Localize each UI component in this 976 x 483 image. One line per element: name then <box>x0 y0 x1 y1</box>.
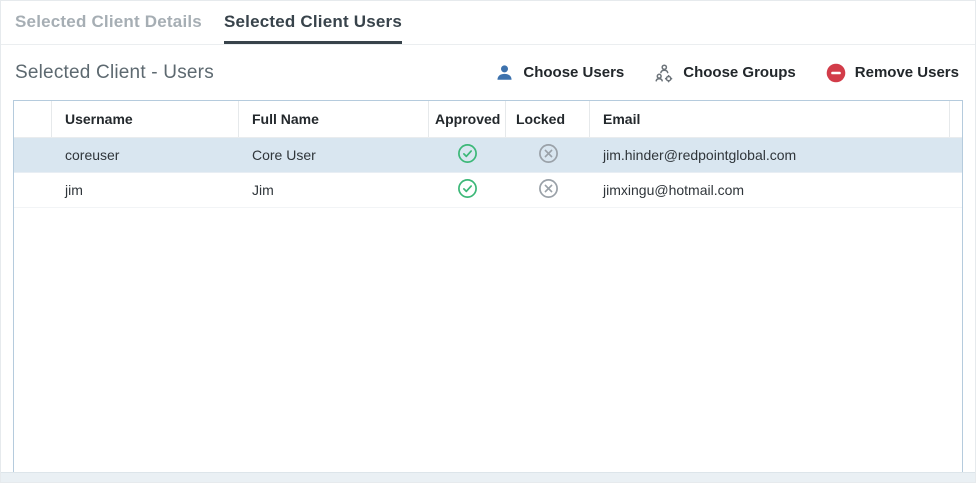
column-header-selector <box>14 101 52 137</box>
email-cell: jimxingu@hotmail.com <box>590 173 949 207</box>
table-row-coreuser[interactable]: coreuser Core User jim.hinde <box>14 138 962 173</box>
tab-bar: Selected Client Details Selected Client … <box>1 1 975 45</box>
full-name-cell: Jim <box>239 173 429 207</box>
users-table: Username Full Name Approved Locked Email… <box>13 100 963 474</box>
column-header-username[interactable]: Username <box>52 101 239 137</box>
tab-selected-client-users[interactable]: Selected Client Users <box>224 12 402 44</box>
column-header-email[interactable]: Email <box>590 101 950 137</box>
choose-users-button[interactable]: Choose Users <box>495 63 624 82</box>
action-toolbar: Choose Users Choose Groups <box>495 63 959 83</box>
user-icon <box>495 63 514 82</box>
column-header-approved[interactable]: Approved <box>429 101 506 137</box>
approved-cell <box>429 173 506 207</box>
remove-users-button[interactable]: Remove Users <box>826 63 959 83</box>
locked-cross-icon <box>538 143 559 167</box>
locked-cell <box>506 138 590 172</box>
row-gutter <box>949 173 962 207</box>
full-name-cell: Core User <box>239 138 429 172</box>
approved-check-icon <box>457 143 478 167</box>
bottom-strip <box>1 472 975 482</box>
approved-cell <box>429 138 506 172</box>
table-row-jim[interactable]: jim Jim jimxingu@hotmail.com <box>14 173 962 208</box>
row-selector-cell <box>14 173 52 207</box>
remove-circle-icon <box>826 63 846 83</box>
username-cell: coreuser <box>52 138 239 172</box>
column-header-gutter <box>950 101 962 137</box>
table-empty-area <box>14 208 962 473</box>
email-cell: jim.hinder@redpointglobal.com <box>590 138 949 172</box>
row-gutter <box>949 138 962 172</box>
tab-selected-client-details[interactable]: Selected Client Details <box>15 12 202 44</box>
approved-check-icon <box>457 178 478 202</box>
choose-users-label: Choose Users <box>523 64 624 81</box>
remove-users-label: Remove Users <box>855 64 959 81</box>
locked-cross-icon <box>538 178 559 202</box>
column-header-locked[interactable]: Locked <box>506 101 590 137</box>
section-header: Selected Client - Users Choose Users <box>1 45 975 100</box>
choose-groups-button[interactable]: Choose Groups <box>654 63 796 83</box>
row-selector-cell <box>14 138 52 172</box>
locked-cell <box>506 173 590 207</box>
table-header-row: Username Full Name Approved Locked Email <box>14 101 962 138</box>
user-group-icon <box>654 63 674 83</box>
client-users-panel: Selected Client Details Selected Client … <box>0 0 976 483</box>
choose-groups-label: Choose Groups <box>683 64 796 81</box>
column-header-full-name[interactable]: Full Name <box>239 101 429 137</box>
username-cell: jim <box>52 173 239 207</box>
page-title: Selected Client - Users <box>15 62 214 84</box>
